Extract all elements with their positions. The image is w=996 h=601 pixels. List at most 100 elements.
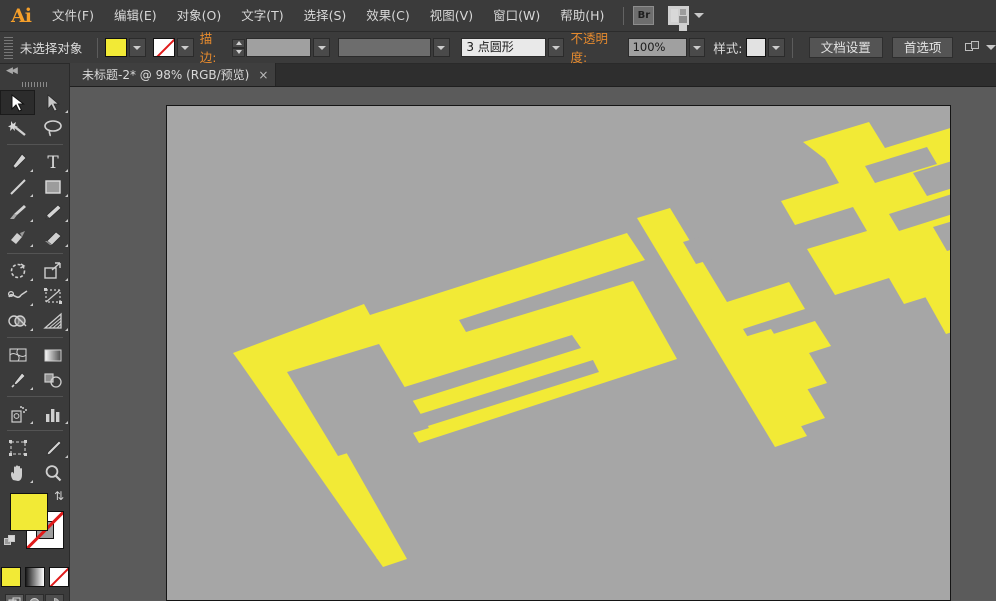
default-fill-stroke-icon[interactable]: [4, 535, 17, 548]
stroke-weight-stepper[interactable]: [232, 38, 246, 57]
free-transform-tool[interactable]: [35, 283, 70, 308]
blob-brush-tool[interactable]: [0, 224, 35, 249]
selection-tool[interactable]: [0, 90, 35, 115]
tool-flyout-indicator: [30, 244, 33, 247]
draw-inside-button[interactable]: [45, 594, 64, 601]
canvas-area[interactable]: [70, 87, 996, 601]
brush-preset-input[interactable]: 3 点圆形: [461, 38, 546, 57]
workspace-chevron-down-icon[interactable]: [694, 13, 705, 18]
tool-flyout-indicator: [30, 169, 33, 172]
tool-flyout-indicator: [65, 278, 68, 281]
menu-object[interactable]: 对象(O): [167, 0, 232, 32]
zoom-tool[interactable]: [35, 460, 70, 485]
chevron-down-icon: [181, 45, 190, 50]
preferences-button[interactable]: 首选项: [891, 37, 954, 58]
draw-mode-buttons: [0, 594, 69, 601]
opacity-input[interactable]: 100%: [627, 38, 687, 57]
bridge-icon[interactable]: Br: [633, 6, 655, 25]
width-tool[interactable]: [0, 283, 35, 308]
tool-flyout-indicator: [30, 480, 33, 483]
shape-builder-tool[interactable]: [0, 308, 35, 333]
line-segment-tool[interactable]: [0, 174, 35, 199]
artboard-tool[interactable]: [0, 435, 35, 460]
menu-type[interactable]: 文字(T): [231, 0, 293, 32]
gradient-mode-button[interactable]: [24, 567, 45, 587]
document-tab[interactable]: 未标题-2* @ 98% (RGB/预览) ×: [70, 63, 277, 86]
arrange-documents-icon[interactable]: [965, 41, 981, 54]
fill-color-indicator[interactable]: [10, 493, 48, 531]
column-graph-tool[interactable]: [35, 401, 70, 426]
hand-tool[interactable]: [0, 460, 35, 485]
opacity-dropdown-button[interactable]: [688, 38, 706, 57]
menu-window[interactable]: 窗口(W): [483, 0, 550, 32]
eyedropper-tool[interactable]: [0, 367, 35, 392]
tool-flyout-indicator: [30, 387, 33, 390]
document-setup-button[interactable]: 文档设置: [808, 37, 883, 58]
style-dropdown-button[interactable]: [768, 38, 785, 57]
rectangle-tool[interactable]: [35, 174, 70, 199]
gradient-tool[interactable]: [35, 342, 70, 367]
tool-flyout-indicator: [30, 194, 33, 197]
tools-panel-grip[interactable]: [0, 78, 69, 90]
menubar-divider: [623, 6, 625, 25]
collapse-panel-button[interactable]: ◀◀: [0, 64, 69, 78]
mesh-tool[interactable]: [0, 342, 35, 367]
paintbrush-tool[interactable]: [0, 199, 35, 224]
graphic-style-swatch[interactable]: [746, 38, 767, 57]
menu-bar: Ai 文件(F) 编辑(E) 对象(O) 文字(T) 选择(S) 效果(C) 视…: [0, 0, 996, 32]
eraser-tool[interactable]: [35, 224, 70, 249]
stroke-profile-dropdown-button[interactable]: [432, 38, 450, 57]
scale-tool[interactable]: [35, 258, 70, 283]
tool-flyout-indicator: [65, 219, 68, 222]
symbol-sprayer-tool[interactable]: [0, 401, 35, 426]
draw-behind-button[interactable]: [25, 594, 44, 601]
chevron-down-icon: [552, 45, 561, 50]
stepper-down-button[interactable]: [232, 47, 246, 57]
swap-fill-stroke-icon[interactable]: ⇅: [54, 489, 64, 503]
type-tool[interactable]: T: [35, 149, 70, 174]
stepper-up-button[interactable]: [232, 38, 246, 48]
menu-help[interactable]: 帮助(H): [550, 0, 614, 32]
stroke-weight-dropdown-button[interactable]: [313, 38, 330, 57]
fill-color-swatch[interactable]: [105, 38, 127, 57]
lasso-tool[interactable]: [35, 115, 70, 140]
workspace-switcher-icon[interactable]: [668, 6, 690, 31]
stroke-weight-label[interactable]: 描边:: [199, 28, 229, 67]
perspective-grid-tool[interactable]: [35, 308, 70, 333]
menu-effect[interactable]: 效果(C): [356, 0, 419, 32]
svg-text:T: T: [47, 153, 59, 171]
menu-edit[interactable]: 编辑(E): [104, 0, 167, 32]
rotate-tool[interactable]: [0, 258, 35, 283]
stroke-profile-input[interactable]: [337, 38, 431, 57]
color-mode-button[interactable]: [0, 567, 21, 587]
fill-dropdown-button[interactable]: [128, 38, 146, 57]
artboard[interactable]: [166, 105, 951, 601]
none-mode-button[interactable]: [48, 567, 69, 587]
menu-select[interactable]: 选择(S): [294, 0, 357, 32]
tool-grid: T: [0, 90, 70, 485]
arrange-chevron-down-icon[interactable]: [986, 45, 996, 50]
document-tab-title: 未标题-2* @ 98% (RGB/预览): [82, 68, 250, 82]
style-label: 样式:: [713, 41, 743, 56]
control-bar-grip[interactable]: [4, 36, 13, 59]
blend-tool[interactable]: [35, 367, 70, 392]
opacity-label[interactable]: 不透明度:: [570, 28, 624, 67]
tool-flyout-indicator: [65, 169, 68, 172]
direct-selection-tool[interactable]: [35, 90, 70, 115]
control-divider-1: [97, 37, 99, 58]
tool-flyout-indicator: [65, 421, 68, 424]
stroke-color-swatch[interactable]: [153, 38, 176, 57]
draw-normal-button[interactable]: [5, 594, 24, 601]
menu-view[interactable]: 视图(V): [420, 0, 483, 32]
pencil-tool[interactable]: [35, 199, 70, 224]
pen-tool[interactable]: [0, 149, 35, 174]
brush-preset-dropdown-button[interactable]: [547, 38, 565, 57]
magic-wand-tool[interactable]: [0, 115, 35, 140]
slice-tool[interactable]: [35, 435, 70, 460]
stroke-dropdown-button[interactable]: [177, 38, 194, 57]
document-tab-strip: 未标题-2* @ 98% (RGB/预览) ×: [70, 63, 996, 87]
artwork-vector[interactable]: [167, 106, 950, 600]
close-icon[interactable]: ×: [258, 68, 268, 82]
menu-file[interactable]: 文件(F): [42, 0, 104, 32]
stroke-weight-input[interactable]: [246, 38, 312, 57]
